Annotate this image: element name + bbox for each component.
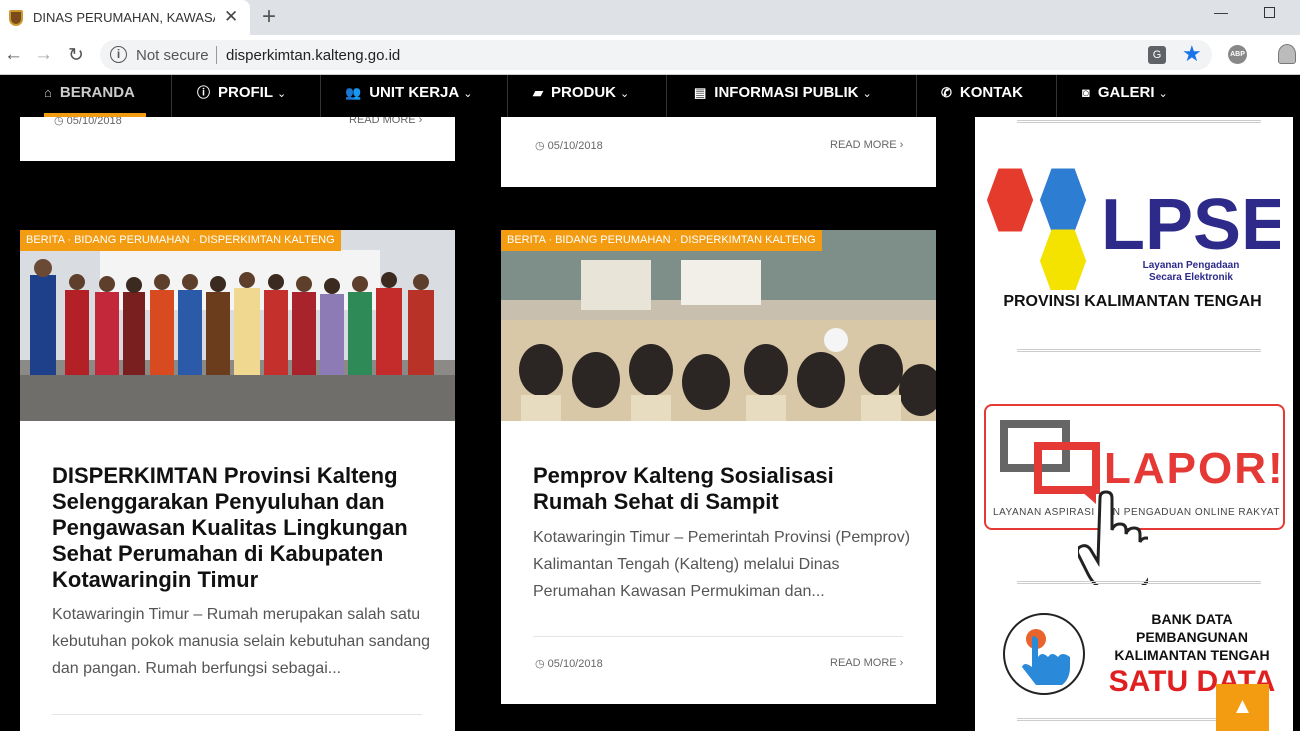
profile-avatar-icon[interactable] (1278, 44, 1296, 64)
nav-divider (666, 75, 667, 117)
sidebar-divider (1017, 581, 1261, 584)
chevron-down-icon: ⌄ (862, 88, 872, 100)
divider (216, 46, 217, 64)
minimize-icon[interactable]: — (1214, 4, 1228, 20)
chevron-down-icon: ⌄ (277, 88, 287, 100)
nav-divider (320, 75, 321, 117)
nav-label: BERANDA (59, 84, 135, 101)
satu-data-line: BANK DATA (1151, 611, 1233, 627)
nav-label: INFORMASI PUBLIK (714, 84, 859, 101)
hand-pointer-icon (1078, 490, 1148, 585)
translate-icon[interactable]: G (1148, 46, 1166, 64)
newspaper-icon: ▤ (694, 85, 707, 100)
chevron-down-icon: ⌄ (463, 88, 473, 100)
nav-label: PRODUK (551, 84, 617, 101)
post-date: ◷ 05/10/2018 (535, 658, 603, 670)
nav-divider (171, 75, 172, 117)
read-more-label: READ MORE (830, 657, 897, 669)
nav-item-beranda[interactable]: ⌂ BERANDA (44, 75, 135, 117)
site-favicon-icon (9, 10, 23, 26)
info-icon: ⓘ (197, 85, 211, 100)
satu-data-line: KALIMANTAN TENGAH (1114, 647, 1270, 663)
lpse-subtitle-line: Layanan Pengadaan (1142, 260, 1240, 271)
nav-item-unit-kerja[interactable]: 👥 UNIT KERJA ⌄ (345, 75, 472, 117)
post-photo-audience[interactable] (501, 230, 936, 421)
audience-photo-illustration (501, 230, 936, 421)
post-title[interactable]: DISPERKIMTAN Provinsi Kalteng Selenggara… (52, 463, 432, 593)
bookmark-star-icon[interactable]: ★ (1182, 41, 1202, 67)
home-icon: ⌂ (44, 85, 52, 100)
category-badge[interactable]: BERITA · BIDANG PERUMAHAN · DISPERKIMTAN… (501, 230, 822, 251)
post-date: ◷ 05/10/2018 (535, 140, 603, 152)
group-photo-illustration (20, 230, 455, 421)
nav-item-profil[interactable]: ⓘ PROFIL ⌄ (197, 75, 286, 117)
nav-label: PROFIL (218, 84, 274, 101)
back-to-top-button[interactable]: ▲ (1216, 684, 1269, 731)
nav-divider (1056, 75, 1057, 117)
address-bar-row: ← → ↻ i Not secure disperkimtan.kalteng.… (0, 35, 1300, 75)
post-card-top-left: ◷ 05/10/2018 READ MORE › (20, 117, 455, 161)
lpse-banner[interactable]: LPSE Layanan Pengadaan Secara Elektronik… (985, 165, 1280, 315)
read-more-link[interactable]: READ MORE › (830, 657, 903, 669)
lpse-subtitle: Layanan Pengadaan Secara Elektronik (1133, 260, 1249, 284)
nav-label: GALERI (1097, 84, 1155, 101)
divider (52, 714, 422, 715)
satu-data-line: PEMBANGUNAN (1136, 629, 1248, 645)
browser-tab[interactable]: DINAS PERUMAHAN, KAWASAN ✕ (0, 0, 250, 35)
post-excerpt: Kotawaringin Timur – Pemerintah Provinsi… (533, 529, 911, 600)
lpse-province: PROVINSI KALIMANTAN TENGAH (1003, 293, 1262, 310)
nav-item-galeri[interactable]: ◙ GALERI ⌄ (1082, 75, 1168, 117)
url-text[interactable]: disperkimtan.kalteng.go.id (226, 47, 400, 64)
post-card-top-right: ◷ 05/10/2018 READ MORE › (501, 117, 936, 187)
nav-label: UNIT KERJA (369, 84, 460, 101)
lapor-logo-text: LAPOR! (1104, 444, 1285, 493)
camera-icon: ◙ (1082, 85, 1090, 100)
nav-label: KONTAK (959, 84, 1023, 101)
forward-arrow-icon[interactable]: → (34, 44, 53, 66)
lpse-subtitle-line: Secara Elektronik (1149, 272, 1233, 283)
category-badge[interactable]: BERITA · BIDANG PERUMAHAN · DISPERKIMTAN… (20, 230, 341, 251)
nav-item-informasi-publik[interactable]: ▤ INFORMASI PUBLIK ⌄ (694, 75, 872, 117)
new-tab-button[interactable]: + (262, 3, 276, 31)
read-more-link[interactable]: READ MORE › (830, 139, 903, 151)
touch-hand-icon (1003, 613, 1085, 695)
close-tab-icon[interactable]: ✕ (224, 7, 238, 27)
nav-item-kontak[interactable]: ✆ KONTAK (941, 75, 1023, 117)
browser-tab-bar: DINAS PERUMAHAN, KAWASAN ✕ + — (0, 0, 1300, 35)
sidebar-divider (1017, 349, 1261, 352)
read-more-label: READ MORE (349, 117, 416, 126)
lpse-logo-text: LPSE (1101, 185, 1280, 265)
nav-divider (916, 75, 917, 117)
back-arrow-icon[interactable]: ← (4, 44, 23, 66)
sidebar-divider (1017, 120, 1261, 123)
post-title[interactable]: Pemprov Kalteng Sosialisasi Rumah Sehat … (533, 463, 913, 515)
tab-title: DINAS PERUMAHAN, KAWASAN (33, 10, 215, 25)
post-date-text: 05/10/2018 (547, 658, 603, 670)
post-card-rumah-sehat[interactable]: BERITA · BIDANG PERUMAHAN · DISPERKIMTAN… (501, 230, 936, 704)
read-more-link[interactable]: READ MORE › (349, 117, 422, 126)
post-card-penyuluhan[interactable]: BERITA · BIDANG PERUMAHAN · DISPERKIMTAN… (20, 230, 455, 731)
info-icon[interactable]: i (110, 46, 127, 63)
omnibox[interactable]: i Not secure disperkimtan.kalteng.go.id … (100, 40, 1212, 70)
chevron-down-icon: ⌄ (1158, 88, 1168, 100)
adblock-plus-icon[interactable]: ABP (1228, 45, 1247, 64)
post-date-text: 05/10/2018 (66, 117, 122, 127)
reload-icon[interactable]: ↻ (68, 44, 84, 67)
folder-icon: ▰ (533, 85, 543, 100)
site-navigation: ⌂ BERANDA ⓘ PROFIL ⌄ 👥 UNIT KERJA ⌄ ▰ PRODUK ⌄ … (0, 75, 1300, 117)
chevron-down-icon: ⌄ (620, 88, 630, 100)
satu-data-description: BANK DATA PEMBANGUNAN KALIMANTAN TENGAH (1102, 610, 1282, 664)
phone-icon: ✆ (941, 85, 952, 100)
restore-icon[interactable] (1264, 7, 1275, 18)
post-date: ◷ 05/10/2018 (54, 117, 122, 127)
users-icon: 👥 (345, 85, 362, 100)
post-excerpt: Kotawaringin Timur – Rumah merupakan sal… (52, 606, 431, 677)
not-secure-label[interactable]: Not secure (136, 47, 209, 64)
post-date-text: 05/10/2018 (547, 140, 603, 152)
read-more-label: READ MORE (830, 139, 897, 151)
post-photo-group[interactable] (20, 230, 455, 421)
nav-divider (507, 75, 508, 117)
divider (533, 636, 903, 637)
nav-item-produk[interactable]: ▰ PRODUK ⌄ (533, 75, 629, 117)
